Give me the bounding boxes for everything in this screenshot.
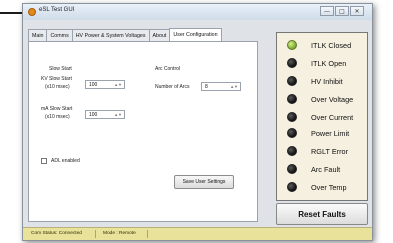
indicator-label: RGLT Error <box>311 147 349 156</box>
tab-user-configuration[interactable]: User Configuration <box>169 28 222 42</box>
indicator-label: Over Voltage <box>311 95 354 104</box>
indicator-label: HV Inhibit <box>311 77 343 86</box>
minimize-button[interactable]: — <box>320 6 334 16</box>
ma-slow-start-unit: (x10 msec) <box>45 114 70 120</box>
com-status: Com Status: Connected <box>31 231 82 236</box>
save-user-settings-button[interactable]: Save User Settings <box>174 175 234 189</box>
indicator-label: ITLK Open <box>311 59 347 68</box>
slow-start-title: Slow Start <box>49 66 72 72</box>
indicator-label: Arc Fault <box>311 165 341 174</box>
callout-line <box>0 12 22 14</box>
kv-slow-start-unit: (x10 msec) <box>45 84 70 90</box>
adl-enabled-label: ADL enabled <box>51 158 80 164</box>
led-icon <box>287 164 297 174</box>
spin-arrows-icon[interactable]: ▲▼ <box>114 112 122 117</box>
indicator-label: ITLK Closed <box>311 41 352 50</box>
led-icon <box>287 182 297 192</box>
ma-slow-start-spinner[interactable]: 100 ▲▼ <box>85 110 125 119</box>
led-icon <box>287 40 297 50</box>
kv-slow-start-label: KV Slow Start <box>41 76 72 82</box>
led-icon <box>287 128 297 138</box>
indicator-label: Power Limit <box>311 129 350 138</box>
arc-control-title: Arc Control <box>155 66 181 72</box>
mode-status: Mode : Remote <box>103 231 136 236</box>
title-bar[interactable]: eSL Test GUI — □ ✕ <box>23 4 372 20</box>
interlock-status-panel: ITLK Closed ITLK Open HV Inhibit Over Vo… <box>276 32 368 201</box>
app-icon <box>28 8 36 16</box>
status-bar: Com Status: Connected Mode : Remote <box>23 227 372 240</box>
user-configuration-panel: Slow Start KV Slow Start (x10 msec) 100 … <box>28 41 258 222</box>
reset-faults-button[interactable]: Reset Faults <box>276 203 368 225</box>
indicator-label: Over Temp <box>311 183 347 192</box>
led-icon <box>287 112 297 122</box>
number-of-arcs-value: 8 <box>205 84 208 90</box>
indicator-label: Over Current <box>311 113 354 122</box>
kv-slow-start-spinner[interactable]: 100 ▲▼ <box>85 80 125 89</box>
close-button[interactable]: ✕ <box>350 6 364 16</box>
status-divider <box>95 230 96 238</box>
led-icon <box>287 146 297 156</box>
ma-slow-start-value: 100 <box>89 112 98 118</box>
led-icon <box>287 76 297 86</box>
adl-enabled-checkbox[interactable] <box>41 158 47 164</box>
led-icon <box>287 94 297 104</box>
app-window: eSL Test GUI — □ ✕ Main Comms HV Power &… <box>22 3 373 241</box>
spin-arrows-icon[interactable]: ▲▼ <box>230 84 238 89</box>
led-icon <box>287 58 297 68</box>
status-divider <box>147 230 148 238</box>
number-of-arcs-label: Number of Arcs <box>155 84 190 90</box>
ma-slow-start-label: mA Slow Start <box>41 106 73 112</box>
window-title: eSL Test GUI <box>39 7 75 13</box>
window-controls: — □ ✕ <box>320 6 364 16</box>
maximize-button[interactable]: □ <box>335 6 349 16</box>
spin-arrows-icon[interactable]: ▲▼ <box>114 82 122 87</box>
number-of-arcs-spinner[interactable]: 8 ▲▼ <box>201 82 241 91</box>
kv-slow-start-value: 100 <box>89 82 98 88</box>
